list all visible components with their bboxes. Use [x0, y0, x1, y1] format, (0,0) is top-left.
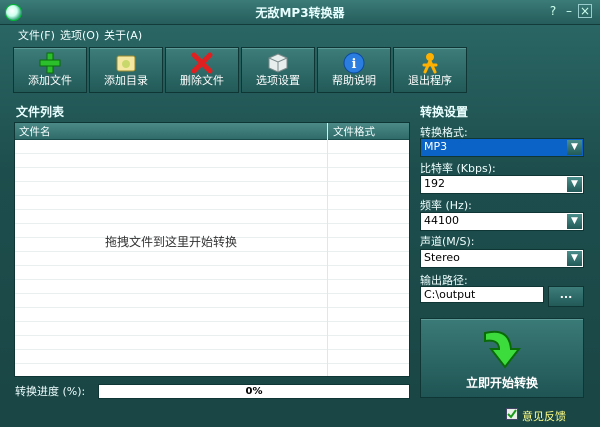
add-folder-label: 添加目录	[104, 74, 148, 87]
cube-icon	[268, 53, 288, 73]
bitrate-select[interactable]: 192 ▼	[420, 175, 584, 194]
feedback-label: 意见反馈	[522, 410, 566, 423]
menu-file[interactable]: 文件(F)	[18, 27, 55, 43]
options-label: 选项设置	[256, 74, 300, 87]
browse-button[interactable]: ...	[548, 286, 584, 307]
file-list[interactable]: 文件名 文件格式 拖拽文件到这里开始转换	[14, 122, 410, 377]
info-icon: i	[343, 52, 365, 74]
progress-bar: 0%	[98, 384, 410, 399]
bitrate-label: 比特率 (Kbps):	[420, 162, 496, 175]
folder-icon	[116, 55, 136, 72]
minimize-icon[interactable]: –	[562, 4, 576, 18]
menu-bar: 文件(F) 选项(O) 关于(A)	[0, 25, 600, 43]
checkbox-icon	[506, 408, 518, 420]
file-list-header: 文件名 文件格式	[15, 123, 409, 140]
progress-text: 0%	[245, 386, 263, 397]
frequency-value: 44100	[424, 214, 459, 227]
output-path-input[interactable]	[420, 286, 544, 303]
help-button[interactable]: i 帮助说明	[317, 47, 391, 93]
menu-about[interactable]: 关于(A)	[104, 27, 142, 43]
channel-select[interactable]: Stereo ▼	[420, 249, 584, 268]
exit-person-icon	[422, 53, 438, 74]
svg-text:i: i	[352, 57, 357, 72]
green-plus-icon	[39, 52, 61, 74]
feedback-link[interactable]: 意见反馈	[506, 408, 566, 424]
chevron-down-icon[interactable]: ▼	[567, 251, 582, 266]
window-title: 无敌MP3转换器	[255, 6, 345, 20]
menu-options[interactable]: 选项(O)	[60, 27, 99, 43]
help-icon[interactable]: ?	[546, 4, 560, 18]
channel-value: Stereo	[424, 251, 460, 264]
column-divider	[327, 123, 328, 376]
column-format[interactable]: 文件格式	[333, 124, 375, 139]
settings-title: 转换设置	[420, 105, 469, 119]
format-select[interactable]: MP3 ▼	[420, 138, 584, 157]
add-folder-button[interactable]: 添加目录	[89, 47, 163, 93]
chevron-down-icon[interactable]: ▼	[567, 214, 582, 229]
file-list-title: 文件列表	[16, 105, 65, 119]
red-x-icon	[191, 52, 213, 74]
format-value: MP3	[424, 140, 448, 153]
delete-file-button[interactable]: 删除文件	[165, 47, 239, 93]
bitrate-value: 192	[424, 177, 445, 190]
add-file-label: 添加文件	[28, 74, 72, 87]
green-arrow-icon	[484, 330, 522, 369]
column-filename[interactable]: 文件名	[19, 124, 51, 139]
help-label: 帮助说明	[332, 74, 376, 87]
add-file-button[interactable]: 添加文件	[13, 47, 87, 93]
options-button[interactable]: 选项设置	[241, 47, 315, 93]
drop-hint: 拖拽文件到这里开始转换	[104, 235, 237, 249]
chevron-down-icon[interactable]: ▼	[567, 140, 582, 155]
chevron-down-icon[interactable]: ▼	[567, 177, 582, 192]
frequency-select[interactable]: 44100 ▼	[420, 212, 584, 231]
progress-label: 转换进度 (%):	[15, 385, 86, 398]
close-icon[interactable]: ×	[578, 4, 592, 18]
start-convert-label: 立即开始转换	[465, 376, 538, 390]
exit-button[interactable]: 退出程序	[393, 47, 467, 93]
toolbar: 添加文件 添加目录 删除文件 选项设置 i 帮助说明 退出程序	[13, 47, 467, 93]
title-bar: 无敌MP3转换器 ? – ×	[0, 0, 600, 25]
file-list-rows	[15, 140, 409, 376]
exit-label: 退出程序	[408, 74, 452, 87]
delete-file-label: 删除文件	[180, 74, 224, 87]
start-convert-button[interactable]: 立即开始转换	[420, 318, 584, 398]
app-window: 无敌MP3转换器 ? – × 文件(F) 选项(O) 关于(A) 添加文件 添加…	[0, 0, 600, 427]
frequency-label: 频率 (Hz):	[420, 199, 472, 212]
channel-label: 声道(M/S):	[420, 235, 475, 248]
